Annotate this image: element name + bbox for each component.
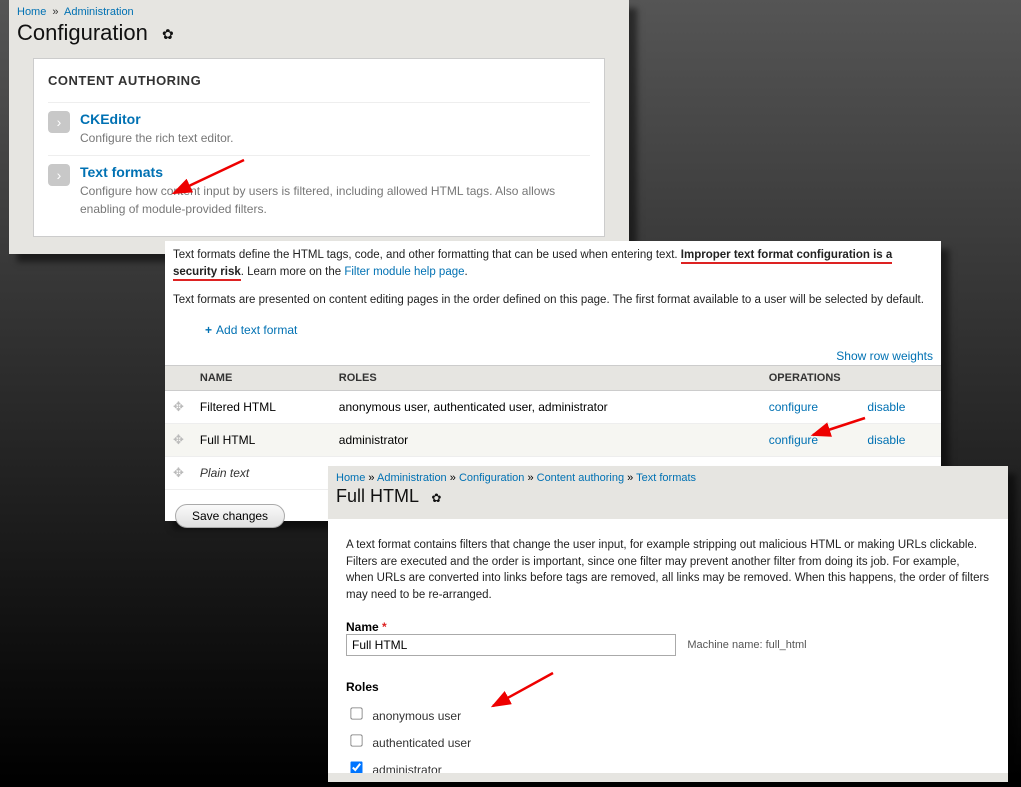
- show-row-weights-link[interactable]: Show row weights: [836, 349, 933, 363]
- breadcrumb-administration[interactable]: Administration: [377, 472, 447, 484]
- help-pre: Text formats define the HTML tags, code,…: [173, 249, 681, 261]
- table-row: ✥ Filtered HTML anonymous user, authenti…: [165, 391, 941, 424]
- page-title-text: Configuration: [17, 20, 148, 45]
- row-roles: anonymous user, authenticated user, admi…: [331, 391, 761, 424]
- page-title-text: Full HTML: [336, 486, 418, 506]
- breadcrumb-text-formats[interactable]: Text formats: [636, 472, 696, 484]
- add-text-format-link[interactable]: +Add text format: [205, 323, 297, 337]
- breadcrumb-home[interactable]: Home: [17, 6, 46, 18]
- role-authenticated-checkbox[interactable]: [350, 734, 362, 746]
- col-ops: OPERATIONS: [761, 366, 941, 391]
- role-administrator-checkbox[interactable]: [350, 761, 362, 773]
- help-post: . Learn more on the: [241, 266, 345, 278]
- role-row: administrator: [346, 758, 990, 773]
- help-text-2: Text formats are presented on content ed…: [165, 286, 941, 315]
- breadcrumb-content-authoring[interactable]: Content authoring: [537, 472, 624, 484]
- row-name: Filtered HTML: [192, 391, 331, 424]
- roles-label: Roles: [346, 680, 990, 694]
- format-description: A text format contains filters that chan…: [346, 537, 990, 604]
- full-html-edit-panel: Home » Administration » Configuration » …: [328, 466, 1008, 782]
- breadcrumb: Home » Administration » Configuration » …: [328, 466, 1008, 486]
- gear-icon[interactable]: ✿: [431, 491, 441, 505]
- save-changes-button[interactable]: Save changes: [175, 504, 285, 528]
- role-anonymous-checkbox[interactable]: [350, 707, 362, 719]
- breadcrumb-home[interactable]: Home: [336, 472, 365, 484]
- add-text-format: +Add text format: [165, 315, 941, 345]
- role-label: authenticated user: [372, 736, 471, 750]
- drag-handle-icon[interactable]: ✥: [173, 465, 184, 480]
- breadcrumb: Home » Administration: [9, 0, 629, 20]
- configuration-panel: Home » Administration Configuration ✿ CO…: [9, 0, 629, 254]
- disable-link[interactable]: disable: [867, 400, 905, 414]
- table-row: ✥ Full HTML administrator configure disa…: [165, 424, 941, 457]
- ckeditor-desc: Configure the rich text editor.: [80, 129, 590, 147]
- section-title: CONTENT AUTHORING: [48, 73, 590, 88]
- help-text-1: Text formats define the HTML tags, code,…: [165, 241, 941, 286]
- disable-link[interactable]: disable: [867, 433, 905, 447]
- row-name: Plain text: [192, 457, 331, 490]
- gear-icon[interactable]: ✿: [162, 26, 174, 43]
- content-authoring-section: CONTENT AUTHORING › CKEditor Configure t…: [33, 58, 605, 237]
- page-title: Full HTML ✿: [328, 486, 1008, 519]
- role-row: anonymous user: [346, 704, 990, 723]
- config-item-text-formats: › Text formats Configure how content inp…: [48, 155, 590, 226]
- col-name: NAME: [192, 366, 331, 391]
- role-row: authenticated user: [346, 731, 990, 750]
- chevron-right-icon[interactable]: ›: [48, 164, 70, 186]
- filter-help-link[interactable]: Filter module help page: [344, 266, 464, 278]
- required-marker: *: [382, 620, 387, 634]
- configure-link[interactable]: configure: [769, 400, 818, 414]
- page-title: Configuration ✿: [9, 20, 629, 58]
- breadcrumb-configuration[interactable]: Configuration: [459, 472, 524, 484]
- configure-link[interactable]: configure: [769, 433, 818, 447]
- drag-handle-icon[interactable]: ✥: [173, 432, 184, 447]
- text-formats-link[interactable]: Text formats: [80, 164, 163, 180]
- chevron-right-icon[interactable]: ›: [48, 111, 70, 133]
- col-roles: ROLES: [331, 366, 761, 391]
- row-name: Full HTML: [192, 424, 331, 457]
- machine-name: Machine name: full_html: [687, 639, 806, 651]
- drag-handle-icon[interactable]: ✥: [173, 399, 184, 414]
- breadcrumb-sep: »: [52, 6, 58, 18]
- name-input[interactable]: [346, 634, 676, 656]
- ckeditor-link[interactable]: CKEditor: [80, 111, 141, 127]
- breadcrumb-administration[interactable]: Administration: [64, 6, 134, 18]
- plus-icon: +: [205, 323, 212, 337]
- row-roles: administrator: [331, 424, 761, 457]
- config-item-ckeditor: › CKEditor Configure the rich text edito…: [48, 102, 590, 155]
- role-label: administrator: [372, 763, 441, 773]
- name-field-row: Name * Machine name: full_html: [346, 620, 990, 656]
- name-label: Name *: [346, 620, 990, 634]
- text-formats-desc: Configure how content input by users is …: [80, 182, 590, 218]
- role-label: anonymous user: [372, 709, 461, 723]
